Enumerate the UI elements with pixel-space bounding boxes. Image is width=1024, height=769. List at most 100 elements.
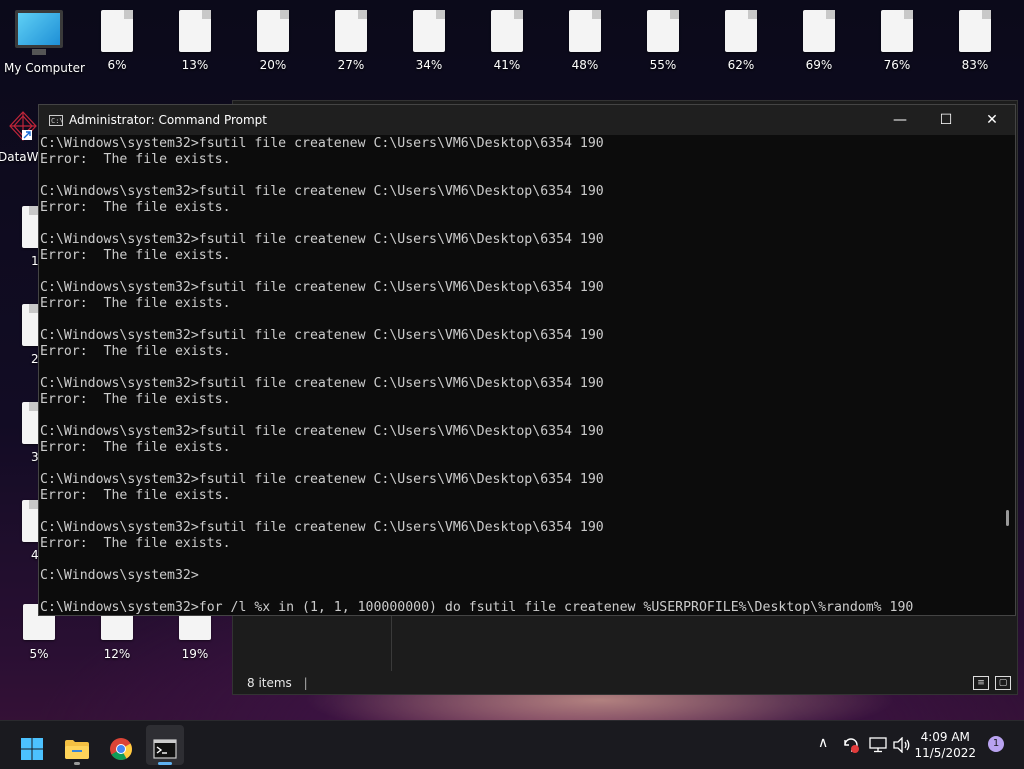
file-icon xyxy=(647,10,679,52)
desktop-icon-label: 20% xyxy=(259,58,287,72)
taskbar: ∧ 4:09 AM 11/5/2022 1 xyxy=(0,720,1024,769)
desktop-file-icon[interactable]: 55% xyxy=(628,10,698,72)
file-icon[interactable] xyxy=(22,500,38,542)
file-explorer-taskbar-button[interactable] xyxy=(57,729,97,769)
command-prompt-taskbar-button[interactable] xyxy=(145,729,185,769)
file-icon xyxy=(101,10,133,52)
desktop-icon-label: 55% xyxy=(649,58,677,72)
large-icons-view-icon[interactable]: ▢ xyxy=(995,676,1011,690)
desktop-file-icon[interactable]: 41% xyxy=(472,10,542,72)
console-line: C:\Windows\system32>fsutil file createne… xyxy=(40,376,604,391)
cmd-app-icon: C:\ xyxy=(49,114,64,126)
desktop-icon-label: My Computer xyxy=(4,61,85,75)
item-count: 8 items xyxy=(247,676,292,690)
console-line: Error: The file exists. xyxy=(40,152,231,167)
chrome-taskbar-button[interactable] xyxy=(101,729,141,769)
console-line: Error: The file exists. xyxy=(40,248,231,263)
desktop-icon-label: 83% xyxy=(961,58,989,72)
desktop-file-icon[interactable]: 20% xyxy=(238,10,308,72)
file-icon xyxy=(491,10,523,52)
show-hidden-icons-chevron[interactable]: ∧ xyxy=(818,735,828,751)
file-icon xyxy=(569,10,601,52)
window-titlebar[interactable]: C:\ Administrator: Command Prompt — ☐ ✕ xyxy=(39,105,1015,135)
desktop-file-icon[interactable]: 69% xyxy=(784,10,854,72)
running-indicator xyxy=(74,762,80,765)
desktop-file-icon[interactable]: 27% xyxy=(316,10,386,72)
console-line: C:\Windows\system32>fsutil file createne… xyxy=(40,232,604,247)
desktop-icon-label: 62% xyxy=(727,58,755,72)
computer-icon xyxy=(15,10,63,55)
file-icon xyxy=(257,10,289,52)
file-icon xyxy=(179,10,211,52)
console-line: C:\Windows\system32>for /l %x in (1, 1, … xyxy=(40,600,914,615)
scrollbar-thumb[interactable] xyxy=(1006,510,1009,526)
desktop-icon-label: 5% xyxy=(29,647,49,661)
desktop-file-icon[interactable]: 83% xyxy=(940,10,1010,72)
vertical-scrollbar[interactable] xyxy=(999,136,1015,615)
desktop-icon-label: 69% xyxy=(805,58,833,72)
terminal-icon xyxy=(153,739,177,759)
console-line: Error: The file exists. xyxy=(40,440,231,455)
close-button[interactable]: ✕ xyxy=(969,105,1015,135)
folder-icon xyxy=(65,740,89,759)
chrome-icon xyxy=(110,738,132,760)
file-icon[interactable] xyxy=(22,304,38,346)
console-line: C:\Windows\system32>fsutil file createne… xyxy=(40,520,604,535)
start-button[interactable] xyxy=(12,729,52,769)
desktop-icon-label: 48% xyxy=(571,58,599,72)
console-output[interactable]: C:\Windows\system32>fsutil file createne… xyxy=(39,136,999,615)
file-icon xyxy=(881,10,913,52)
windows-logo-icon xyxy=(21,738,43,760)
console-line: C:\Windows\system32>fsutil file createne… xyxy=(40,184,604,199)
console-line: C:\Windows\system32> xyxy=(40,568,199,583)
file-icon xyxy=(959,10,991,52)
desktop-icon-label: 27% xyxy=(337,58,365,72)
desktop-file-icon[interactable]: 48% xyxy=(550,10,620,72)
volume-icon[interactable] xyxy=(893,737,911,753)
window-title: Administrator: Command Prompt xyxy=(69,113,267,127)
desktop-file-icon[interactable]: 13% xyxy=(160,10,230,72)
sync-alert-icon[interactable] xyxy=(842,736,860,754)
console-line: Error: The file exists. xyxy=(40,296,231,311)
status-bar: 8 items | xyxy=(247,676,308,690)
desktop-file-icon[interactable]: 76% xyxy=(862,10,932,72)
details-view-icon[interactable]: ≡ xyxy=(973,676,989,690)
desktop-icon-label: 76% xyxy=(883,58,911,72)
dataw-app-icon xyxy=(8,110,38,142)
maximize-button[interactable]: ☐ xyxy=(923,105,969,135)
command-prompt-window[interactable]: C:\ Administrator: Command Prompt — ☐ ✕ … xyxy=(38,104,1016,616)
console-line: C:\Windows\system32>fsutil file createne… xyxy=(40,328,604,343)
desktop-icon-label: 12% xyxy=(103,647,131,661)
desktop-file-icon[interactable]: 62% xyxy=(706,10,776,72)
desktop-icon-my-computer[interactable]: My Computer xyxy=(4,10,85,75)
network-icon[interactable] xyxy=(869,737,887,753)
notification-badge[interactable]: 1 xyxy=(988,736,1004,752)
desktop-icon-label: 6% xyxy=(107,58,127,72)
file-icon xyxy=(335,10,367,52)
system-clock[interactable]: 4:09 AM 11/5/2022 xyxy=(914,729,976,761)
console-line: C:\Windows\system32>fsutil file createne… xyxy=(40,136,604,151)
desktop-file-icon[interactable]: 6% xyxy=(82,10,152,72)
file-icon[interactable] xyxy=(22,206,38,248)
file-icon xyxy=(803,10,835,52)
clock-time: 4:09 AM xyxy=(920,730,970,744)
file-icon xyxy=(413,10,445,52)
console-line: C:\Windows\system32>fsutil file createne… xyxy=(40,472,604,487)
desktop-file-icon[interactable]: 34% xyxy=(394,10,464,72)
desktop-icon-label: 34% xyxy=(415,58,443,72)
minimize-button[interactable]: — xyxy=(877,105,923,135)
desktop-icon-label: 13% xyxy=(181,58,209,72)
console-line: C:\Windows\system32>fsutil file createne… xyxy=(40,424,604,439)
console-line: Error: The file exists. xyxy=(40,200,231,215)
desktop-icon-label: 19% xyxy=(181,647,209,661)
file-icon[interactable] xyxy=(22,402,38,444)
